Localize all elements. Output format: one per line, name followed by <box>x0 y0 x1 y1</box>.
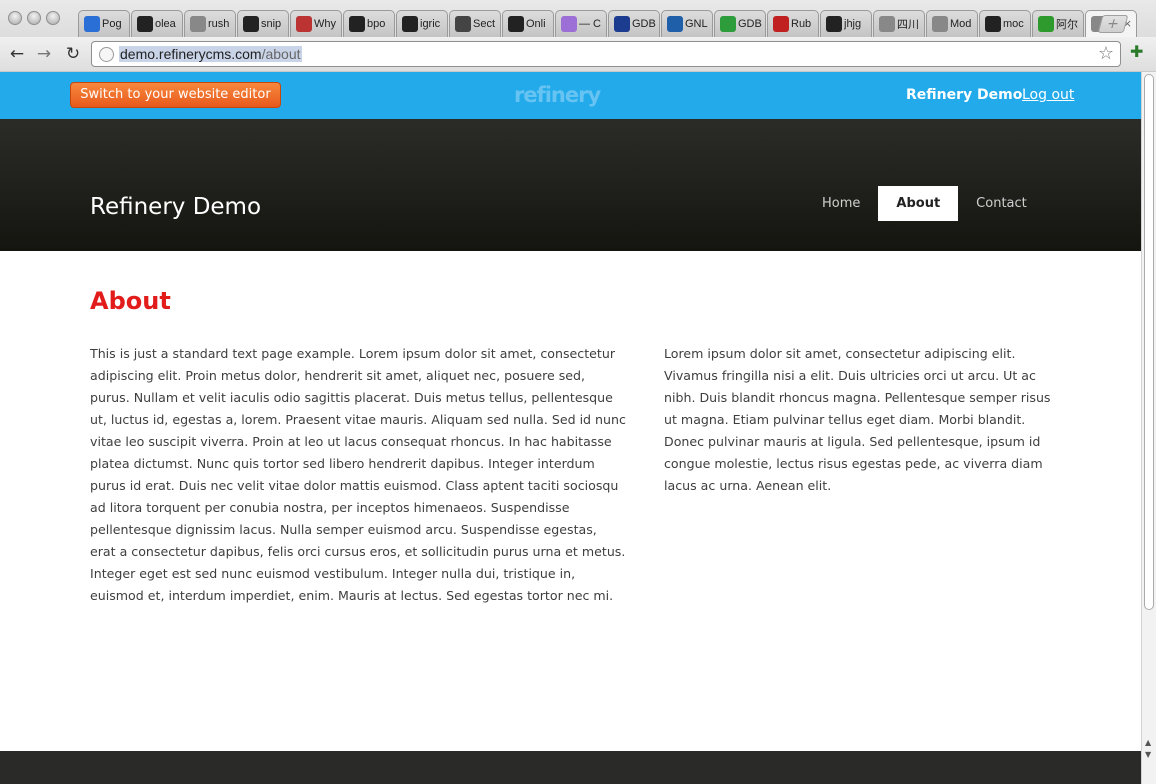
site-name-link[interactable]: Refinery Demo <box>906 87 1022 103</box>
tab-title: jhjg <box>844 18 862 30</box>
github-icon <box>349 16 365 32</box>
circle-icon <box>720 16 736 32</box>
tab-title: moc <box>1003 18 1024 30</box>
sitelogo-icon <box>296 16 312 32</box>
github-icon <box>985 16 1001 32</box>
tab-title: Rub <box>791 18 812 30</box>
scroll-up-icon[interactable]: ▲ <box>1145 738 1151 747</box>
body-column-left: This is just a standard text page exampl… <box>90 346 626 603</box>
minimize-window-button[interactable] <box>27 11 41 25</box>
browser-tab[interactable]: 阿尔 <box>1032 10 1084 37</box>
tab-title: Sect <box>473 18 496 30</box>
github-icon <box>826 16 842 32</box>
list-icon <box>84 16 100 32</box>
navigation-toolbar: ← → ↻ demo.refinerycms.com/about ☆ <box>0 37 1156 71</box>
refinery-edit-bar: Switch to your website editor refinery R… <box>0 72 1141 119</box>
tab-title: 四川 <box>897 19 919 31</box>
globe-icon <box>99 47 114 62</box>
tab-title: igric <box>420 18 441 30</box>
tab-title: Why <box>314 18 336 30</box>
tab-title: GNL <box>685 18 708 30</box>
scrollbar-thumb[interactable] <box>1144 74 1154 610</box>
window-controls <box>8 11 60 25</box>
tab-title: bpo <box>367 18 386 30</box>
browser-tab[interactable]: Mod <box>926 10 978 37</box>
logout-link[interactable]: Log out <box>1022 87 1074 103</box>
diamond-icon <box>561 16 577 32</box>
github-icon <box>402 16 418 32</box>
tab-strip: Pog olea rush snip Why bpo igric Sect Onli — C GDB… <box>78 10 1138 37</box>
vertical-scrollbar[interactable]: ▲ ▼ <box>1141 72 1156 784</box>
browser-tab[interactable]: GDB <box>608 10 660 37</box>
rubyforge-icon <box>773 16 789 32</box>
main-menu: Home About Contact <box>804 186 1045 221</box>
browser-tab[interactable]: snip <box>237 10 289 37</box>
browser-tab[interactable]: 四川 <box>873 10 925 37</box>
nav-item-home[interactable]: Home <box>804 186 878 221</box>
url-text[interactable]: demo.refinerycms.com/about <box>119 46 302 62</box>
tab-title: 阿尔 <box>1056 19 1078 31</box>
page-icon <box>190 16 206 32</box>
tab-title: — C <box>579 18 601 30</box>
browser-tab[interactable]: Pog <box>78 10 130 37</box>
browser-tab[interactable]: igric <box>396 10 448 37</box>
zoom-window-button[interactable] <box>46 11 60 25</box>
scroll-down-icon[interactable]: ▼ <box>1145 750 1151 759</box>
switch-to-editor-button[interactable]: Switch to your website editor <box>70 82 281 108</box>
browser-tab[interactable]: jhjg <box>820 10 872 37</box>
new-tab-button[interactable]: + <box>1097 15 1129 33</box>
page-icon <box>932 16 948 32</box>
browser-tab[interactable]: GNL <box>661 10 713 37</box>
ibm-icon <box>667 16 683 32</box>
github-icon <box>137 16 153 32</box>
tab-title: GDB <box>632 18 656 30</box>
browser-tab[interactable]: Rub <box>767 10 819 37</box>
tab-title: Onli <box>526 18 546 30</box>
browser-tab[interactable]: — C <box>555 10 607 37</box>
site-footer <box>0 751 1141 784</box>
browser-tab[interactable]: olea <box>131 10 183 37</box>
page-icon <box>879 16 895 32</box>
browser-tab[interactable]: GDB <box>714 10 766 37</box>
browser-tab[interactable]: bpo <box>343 10 395 37</box>
browser-tab[interactable]: rush <box>184 10 236 37</box>
close-window-button[interactable] <box>8 11 22 25</box>
tab-title: olea <box>155 18 176 30</box>
ub-icon <box>614 16 630 32</box>
body-column-right: Lorem ipsum dolor sit amet, consectetur … <box>664 346 1051 493</box>
bookmark-star-icon[interactable]: ☆ <box>1098 43 1114 64</box>
tab-title: GDB <box>738 18 762 30</box>
nav-item-about[interactable]: About <box>878 186 959 221</box>
url-host: demo.refinerycms.com <box>120 46 262 62</box>
tab-title: snip <box>261 18 282 30</box>
nav-item-contact[interactable]: Contact <box>958 186 1045 221</box>
browser-tab[interactable]: Why <box>290 10 342 37</box>
site-header: Refinery Demo Home About Contact <box>0 119 1141 251</box>
reload-icon[interactable]: ↻ <box>62 43 84 65</box>
tab-title: Mod <box>950 18 972 30</box>
refinery-logo[interactable]: refinery <box>514 83 601 107</box>
forward-icon[interactable]: → <box>33 43 55 65</box>
site-title[interactable]: Refinery Demo <box>90 194 261 220</box>
browser-chrome: Pog olea rush snip Why bpo igric Sect Onli — C GDB… <box>0 0 1156 71</box>
page-content: About This is just a standard text page … <box>0 251 1141 751</box>
p-icon <box>455 16 471 32</box>
url-path: /about <box>261 46 301 62</box>
page-viewport: Switch to your website editor refinery R… <box>0 72 1141 784</box>
github-icon <box>508 16 524 32</box>
tab-title: rush <box>208 18 230 30</box>
green-icon <box>1038 16 1054 32</box>
address-bar[interactable]: demo.refinerycms.com/about ☆ <box>91 41 1121 67</box>
browser-tab[interactable]: Onli <box>502 10 554 37</box>
github-icon <box>243 16 259 32</box>
browser-tab[interactable]: moc <box>979 10 1031 37</box>
browser-tab[interactable]: Sect <box>449 10 501 37</box>
tab-title: Pog <box>102 18 122 30</box>
extension-icon[interactable]: ✚ <box>1130 42 1150 62</box>
back-icon[interactable]: ← <box>6 43 28 65</box>
page-title: About <box>90 287 171 315</box>
